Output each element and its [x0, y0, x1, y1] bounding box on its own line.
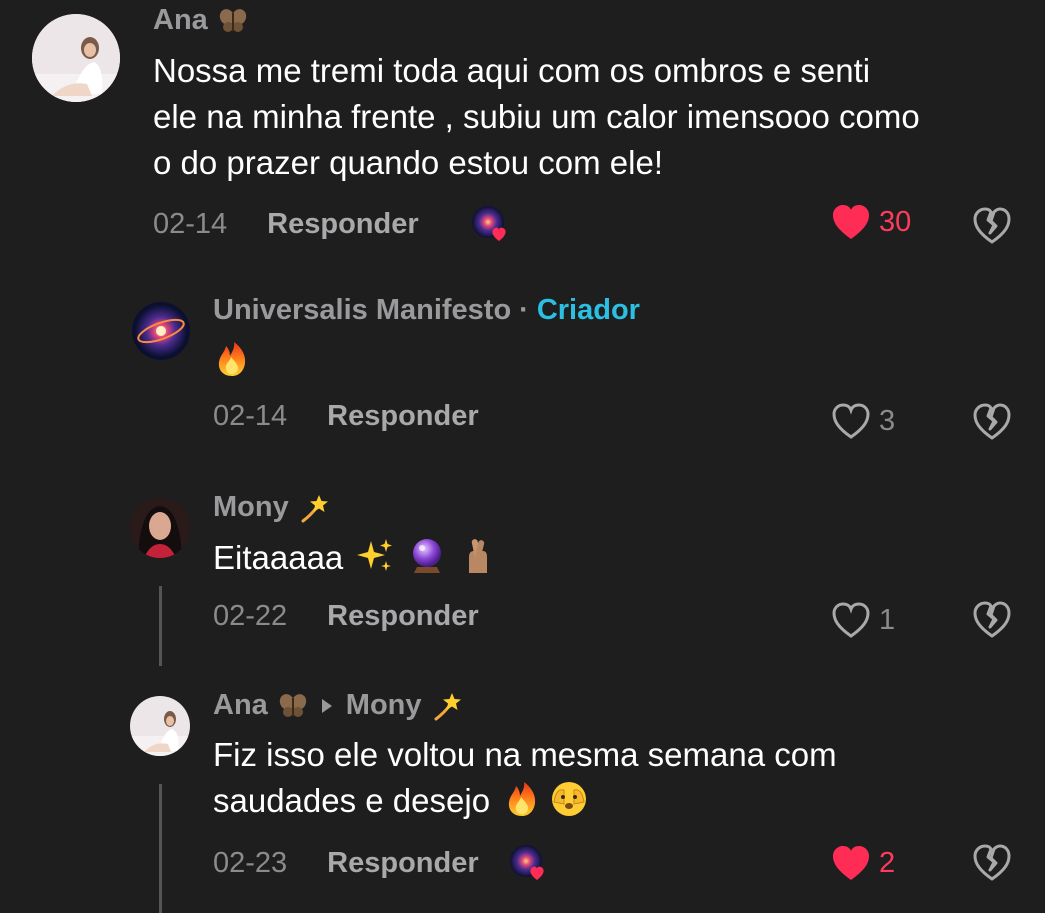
butterfly-icon [219, 8, 246, 32]
comment-date: 02-14 [153, 207, 228, 240]
galaxy-avatar-icon [132, 302, 190, 360]
heart-filled-icon [833, 205, 869, 239]
like-button[interactable]: 2 [831, 844, 895, 882]
reply-arrow-icon [321, 698, 332, 713]
avatar[interactable] [130, 696, 190, 756]
username-text[interactable]: Mony [213, 491, 289, 524]
like-button[interactable]: 30 [831, 203, 911, 241]
username-text[interactable]: Ana [153, 4, 208, 37]
comment-username[interactable]: Ana [153, 4, 248, 37]
butterfly-icon [279, 693, 306, 717]
comment-date: 02-14 [213, 400, 288, 432]
comment-username[interactable]: Ana Mony [213, 689, 462, 722]
comment-meta: 02-23 Responder [213, 843, 549, 883]
comment-text-line: ele na minha frente , subiu um calor ime… [153, 98, 920, 135]
crystal-ball-icon [412, 539, 441, 573]
avatar-photo-icon [130, 498, 190, 558]
comment-username[interactable]: Universalis Manifesto · Criador [213, 294, 640, 327]
crossed-fingers-icon [468, 539, 487, 573]
comment-meta: 02-22 Responder [213, 600, 479, 633]
like-count: 1 [879, 603, 896, 636]
comment-text-line: Eitaaaaa [213, 539, 344, 576]
reply-button[interactable]: Responder [267, 208, 418, 241]
thread-line [159, 586, 162, 666]
avatar[interactable] [130, 498, 190, 558]
thread-line [159, 784, 162, 913]
avatar[interactable] [132, 302, 190, 360]
avatar-photo-icon [32, 14, 120, 102]
comment-text-line: saudades e desejo [213, 782, 491, 819]
avatar-photo-icon [130, 696, 190, 756]
separator-dot: · [519, 294, 529, 326]
reply-button[interactable]: Responder [327, 600, 478, 633]
peeking-face-icon [552, 782, 587, 816]
comment-text: Nossa me tremi toda aqui com os ombros e… [153, 48, 920, 186]
broken-heart-icon[interactable] [972, 843, 1012, 883]
comment-text-line: Nossa me tremi toda aqui com os ombros e… [153, 52, 871, 89]
comment-text [213, 338, 251, 384]
fire-icon [509, 782, 536, 816]
creator-avatar-heart-icon [509, 845, 544, 880]
username-text[interactable]: Ana [213, 689, 268, 722]
comment-meta: 02-14 Responder [153, 204, 511, 244]
broken-heart-icon[interactable] [972, 402, 1012, 442]
like-count: 30 [879, 205, 912, 238]
broken-heart-icon[interactable] [972, 206, 1012, 246]
creator-liked-badge [471, 204, 511, 244]
heart-filled-icon [833, 846, 869, 880]
comment-text: Fiz isso ele voltou na mesma semana com … [213, 732, 837, 824]
creator-avatar-heart-icon [471, 206, 506, 241]
broken-heart-icon[interactable] [972, 600, 1012, 640]
like-button[interactable]: 3 [831, 402, 895, 440]
like-count: 2 [879, 846, 896, 879]
like-button[interactable]: 1 [831, 601, 895, 639]
fire-icon [218, 342, 246, 376]
heart-outline-icon [832, 403, 870, 439]
creator-liked-badge [509, 843, 549, 883]
comment-text-line: Fiz isso ele voltou na mesma semana com [213, 736, 837, 773]
username-text[interactable]: Universalis Manifesto [213, 294, 511, 327]
dizzy-star-icon [434, 692, 461, 720]
comment-meta: 02-14 Responder [213, 400, 479, 433]
reply-button[interactable]: Responder [327, 847, 478, 880]
reply-to-username[interactable]: Mony [346, 689, 422, 722]
creator-badge: Criador [536, 294, 640, 326]
heart-outline-icon [832, 602, 870, 638]
dizzy-star-icon [301, 494, 328, 522]
comment-date: 02-22 [213, 600, 288, 632]
comment-username[interactable]: Mony [213, 491, 329, 524]
like-count: 3 [879, 404, 896, 437]
comment-date: 02-23 [213, 846, 288, 879]
sparkles-icon [357, 539, 393, 571]
comment-text: Eitaaaaa [213, 535, 497, 581]
comment-text-line: o do prazer quando estou com ele! [153, 144, 664, 181]
reply-button[interactable]: Responder [327, 400, 478, 433]
avatar[interactable] [32, 14, 120, 102]
